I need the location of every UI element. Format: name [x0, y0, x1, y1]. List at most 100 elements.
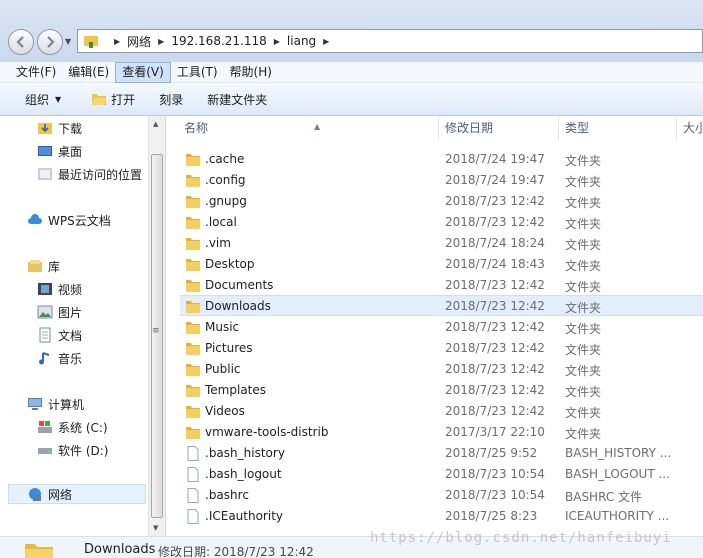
scroll-down-icon[interactable]: ▼ — [153, 524, 158, 532]
file-date: 2018/7/24 18:24 — [445, 236, 545, 250]
back-button[interactable] — [8, 29, 34, 55]
file-date: 2018/7/23 12:42 — [445, 383, 545, 397]
breadcrumb-separator-icon[interactable]: ▶ — [114, 37, 120, 46]
menu-bar: 文件(F) 编辑(E) 查看(V) 工具(T) 帮助(H) — [0, 61, 703, 83]
nav-item-pictures[interactable]: 图片 — [37, 302, 82, 322]
scroll-up-icon[interactable]: ▲ — [153, 120, 158, 128]
document-library-icon — [39, 327, 51, 343]
file-row[interactable]: .cache 2018/7/24 19:47 文件夹 — [166, 149, 703, 170]
system-drive-icon — [38, 421, 52, 433]
column-header-size[interactable]: 大小 — [677, 116, 703, 141]
command-bar: 组织 ▼ 打开 刻录 新建文件夹 — [0, 83, 703, 116]
folder-icon — [186, 238, 200, 250]
file-name: Downloads — [205, 299, 271, 313]
back-arrow-icon — [16, 36, 24, 48]
file-row[interactable]: .bashrc 2018/7/23 10:54 BASHRC 文件 — [166, 485, 703, 506]
file-date: 2018/7/24 18:43 — [445, 257, 545, 271]
column-header-date[interactable]: 修改日期 — [439, 116, 559, 141]
burn-label: 刻录 — [159, 92, 184, 107]
file-row[interactable]: Videos 2018/7/23 12:42 文件夹 — [166, 401, 703, 422]
file-row[interactable]: Documents 2018/7/23 12:42 文件夹 — [166, 275, 703, 296]
forward-button[interactable] — [37, 29, 63, 55]
file-type: 文件夹 — [565, 154, 602, 168]
new-folder-button[interactable]: 新建文件夹 — [207, 91, 267, 108]
folder-icon — [186, 259, 200, 271]
status-modified-date: 修改日期: 2018/7/23 12:42 — [158, 545, 314, 558]
file-row[interactable]: vmware-tools-distrib 2017/3/17 22:10 文件夹 — [166, 422, 703, 443]
navigation-scrollbar[interactable]: ▲ ≡ ▼ — [148, 116, 165, 536]
nav-item-desktop[interactable]: 桌面 — [37, 141, 82, 161]
breadcrumb-separator-icon[interactable]: ▶ — [158, 37, 164, 46]
navigation-pane: 下载 桌面 最近访问的位置 WPS云文档 库 视频 图片 文档 音乐 计算机 系… — [0, 116, 148, 536]
column-header-name[interactable]: 名称 ▲ — [178, 116, 439, 141]
nav-item-documents[interactable]: 文档 — [37, 325, 82, 345]
status-item-name: Downloads — [84, 542, 156, 557]
address-bar[interactable]: ▶ 网络 ▶ 192.168.21.118 ▶ liang ▶ — [77, 29, 703, 53]
column-header-label: 类型 — [565, 121, 590, 135]
nav-item-network[interactable]: 网络 — [8, 484, 146, 504]
nav-item-drive-d[interactable]: 软件 (D:) — [37, 440, 108, 460]
file-type: 文件夹 — [565, 217, 602, 231]
burn-button[interactable]: 刻录 — [159, 91, 183, 108]
network-folder-icon — [84, 36, 98, 48]
watermark-text: https://blog.csdn.net/hanfeibuyi — [370, 530, 672, 546]
nav-item-videos[interactable]: 视频 — [37, 279, 82, 299]
file-row[interactable]: .gnupg 2018/7/23 12:42 文件夹 — [166, 191, 703, 212]
file-row[interactable]: Music 2018/7/23 12:42 文件夹 — [166, 317, 703, 338]
file-icon — [187, 467, 199, 482]
nav-item-recent-places[interactable]: 最近访问的位置 — [37, 164, 142, 184]
folder-icon — [186, 322, 200, 334]
nav-item-wps-cloud[interactable]: WPS云文档 — [27, 210, 111, 230]
menu-file[interactable]: 文件(F) — [10, 62, 62, 83]
file-row[interactable]: .ICEauthority 2018/7/25 8:23 ICEAUTHORITY … — [166, 506, 703, 527]
breadcrumb-item-folder[interactable]: liang — [287, 34, 316, 48]
breadcrumb-item-network[interactable]: 网络 — [127, 33, 151, 50]
nav-item-computer[interactable]: 计算机 — [27, 394, 84, 414]
file-type: ICEAUTHORITY ... — [565, 509, 670, 523]
nav-item-library[interactable]: 库 — [27, 256, 60, 276]
nav-item-label: 计算机 — [48, 397, 85, 412]
breadcrumb: ▶ 网络 ▶ 192.168.21.118 ▶ liang ▶ — [107, 33, 336, 50]
menu-view[interactable]: 查看(V) — [115, 61, 171, 83]
picture-library-icon — [37, 305, 53, 319]
file-row[interactable]: Templates 2018/7/23 12:42 文件夹 — [166, 380, 703, 401]
organize-button[interactable]: 组织 ▼ — [25, 91, 61, 108]
file-name: .bash_history — [205, 446, 285, 460]
menu-edit[interactable]: 编辑(E) — [62, 62, 115, 83]
file-row[interactable]: .bash_logout 2018/7/23 10:54 BASH_LOGOUT .… — [166, 464, 703, 485]
file-row-selected[interactable]: Downloads 2018/7/23 12:42 文件夹 — [180, 295, 703, 316]
nav-item-music[interactable]: 音乐 — [37, 348, 82, 368]
file-name: .cache — [205, 152, 245, 166]
file-row[interactable]: .config 2018/7/24 19:47 文件夹 — [166, 170, 703, 191]
column-header-label: 名称 — [184, 121, 209, 135]
menu-tools[interactable]: 工具(T) — [171, 62, 224, 83]
file-row[interactable]: .bash_history 2018/7/25 9:52 BASH_HISTORY … — [166, 443, 703, 464]
menu-help[interactable]: 帮助(H) — [224, 62, 278, 83]
file-row[interactable]: .vim 2018/7/24 18:24 文件夹 — [166, 233, 703, 254]
file-row[interactable]: Desktop 2018/7/24 18:43 文件夹 — [166, 254, 703, 275]
file-date: 2018/7/23 12:42 — [445, 404, 545, 418]
file-icon — [187, 446, 199, 461]
nav-item-downloads[interactable]: 下载 — [37, 118, 82, 138]
downloads-folder-icon — [38, 123, 52, 134]
computer-icon — [28, 398, 42, 410]
file-date: 2018/7/24 19:47 — [445, 173, 545, 187]
open-folder-icon — [92, 94, 107, 105]
breadcrumb-separator-icon[interactable]: ▶ — [274, 37, 280, 46]
nav-item-label: 图片 — [58, 305, 83, 320]
nav-item-label: 最近访问的位置 — [58, 167, 143, 182]
organize-label: 组织 — [25, 92, 50, 107]
nav-item-drive-c[interactable]: 系统 (C:) — [37, 417, 108, 437]
wps-cloud-icon — [28, 214, 42, 224]
open-button[interactable]: 打开 — [91, 91, 135, 108]
breadcrumb-item-host[interactable]: 192.168.21.118 — [171, 34, 266, 48]
folder-icon — [186, 343, 200, 355]
file-name: Templates — [205, 383, 267, 397]
file-row[interactable]: Public 2018/7/23 12:42 文件夹 — [166, 359, 703, 380]
scrollbar-thumb[interactable] — [151, 154, 163, 518]
column-header-type[interactable]: 类型 — [559, 116, 677, 141]
recent-pages-dropdown-icon[interactable]: ▼ — [65, 37, 71, 46]
breadcrumb-separator-icon[interactable]: ▶ — [323, 37, 329, 46]
file-row[interactable]: .local 2018/7/23 12:42 文件夹 — [166, 212, 703, 233]
file-row[interactable]: Pictures 2018/7/23 12:42 文件夹 — [166, 338, 703, 359]
